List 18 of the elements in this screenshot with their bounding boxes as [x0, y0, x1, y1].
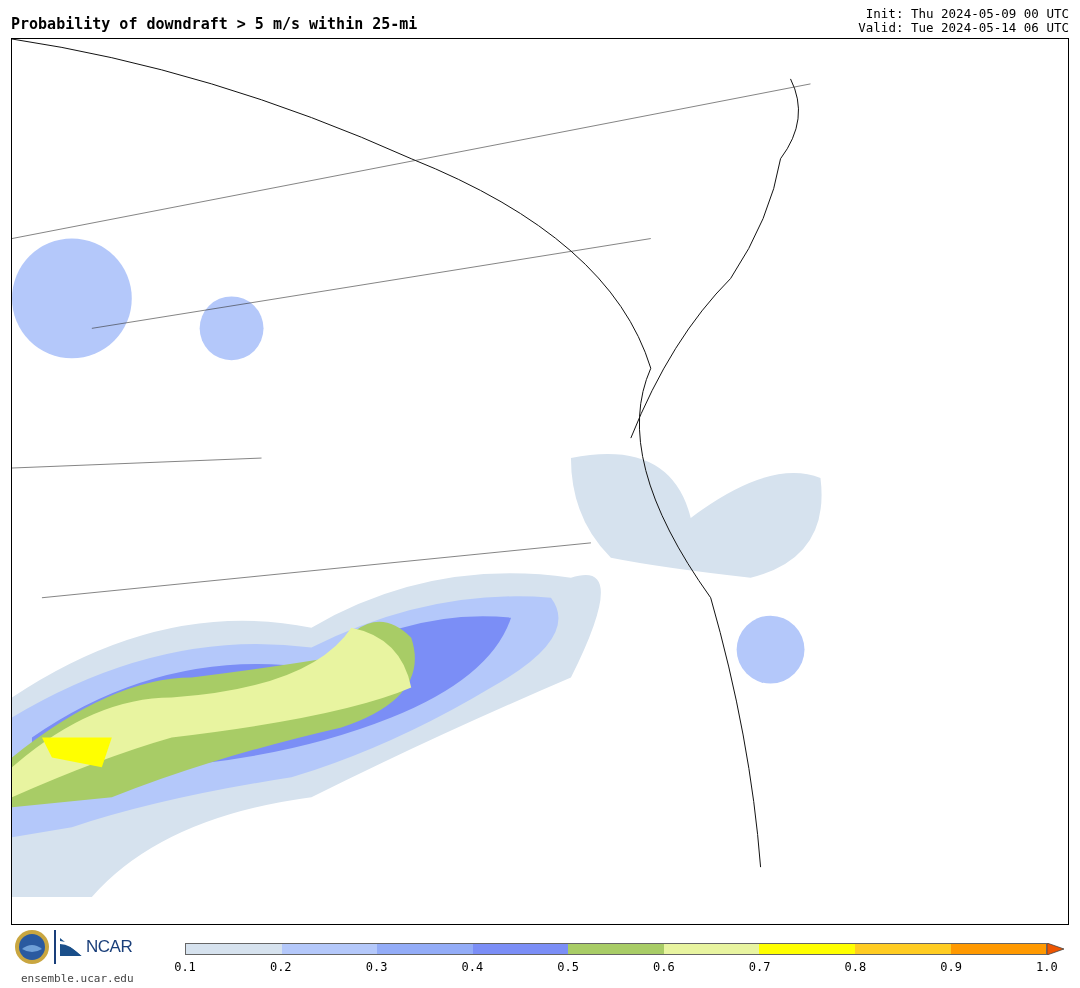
website-url: ensemble.ucar.edu: [21, 971, 134, 987]
tick-label: 0.5: [556, 959, 580, 976]
tick-label: 0.1: [173, 959, 197, 976]
valid-time: Valid: Tue 2024-05-14 06 UTC: [858, 21, 1069, 35]
tick-label: 0.6: [652, 959, 676, 976]
tick-label: 0.9: [939, 959, 963, 976]
org-logo-text: NCAR: [86, 936, 133, 959]
tick-label: 0.8: [843, 959, 868, 976]
tick-label: 1.0: [1035, 959, 1059, 976]
init-time: Init: Thu 2024-05-09 00 UTC: [864, 7, 1069, 21]
tick-label: 0.2: [268, 959, 293, 976]
globe-seal-icon: [14, 929, 50, 965]
tick-label: 0.3: [364, 959, 389, 976]
tick-label: 0.4: [460, 959, 485, 976]
divider-line-icon: [54, 930, 56, 964]
tick-label: 0.7: [747, 959, 772, 976]
chart-title: Probability of downdraft > 5 m/s within 25-mi: [11, 13, 418, 35]
swoosh-icon: [60, 938, 82, 956]
